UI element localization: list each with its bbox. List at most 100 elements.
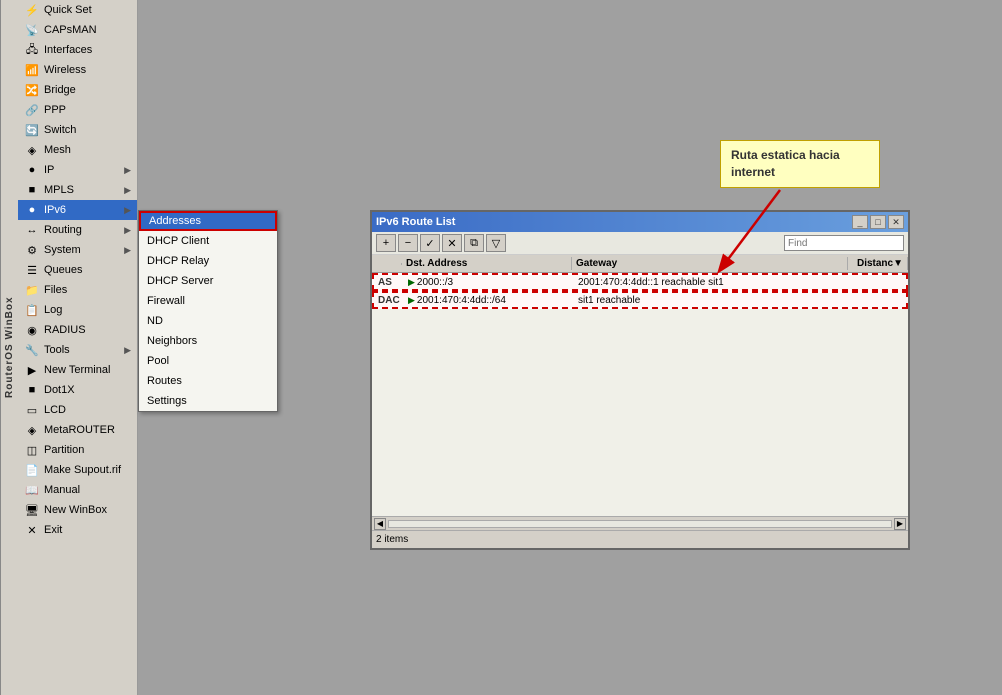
check-button[interactable]: ✓: [420, 234, 440, 252]
sidebar-item-queues[interactable]: ☰Queues: [18, 260, 137, 280]
add-button[interactable]: +: [376, 234, 396, 252]
sidebar-item-files[interactable]: 📁 Files: [18, 280, 137, 300]
sidebar-item-mpls[interactable]: ■MPLS▶: [18, 180, 137, 200]
sidebar-item-quick-set[interactable]: ⚡Quick Set: [18, 0, 137, 20]
sidebar-label-ipv6: IPv6: [44, 204, 66, 216]
log-icon: 📋: [24, 302, 40, 318]
sidebar-label-exit: Exit: [44, 524, 62, 536]
sidebar-label-switch: Switch: [44, 124, 76, 136]
submenu-item-routes[interactable]: Routes: [139, 371, 277, 391]
arrow-icon: ▶: [124, 225, 131, 236]
files-icon: 📁: [24, 282, 40, 298]
sidebar-item-exit[interactable]: ✕ Exit: [18, 520, 137, 540]
route-list-window: IPv6 Route List _ □ ✕ + − ✓ ✕ ⧉ ▽ Dst. A…: [370, 210, 910, 550]
submenu-item-dhcp-relay[interactable]: DHCP Relay: [139, 251, 277, 271]
sidebar-item-switch[interactable]: 🔄 Switch: [18, 120, 137, 140]
sidebar-item-wireless[interactable]: 📶Wireless: [18, 60, 137, 80]
sidebar-item-interfaces[interactable]: 🖧Interfaces: [18, 40, 137, 60]
tools-icon: 🔧: [24, 342, 40, 358]
col-gateway[interactable]: Gateway: [572, 257, 848, 270]
new-winbox-icon: 🖥: [24, 502, 40, 518]
sidebar-item-radius[interactable]: ◉RADIUS: [18, 320, 137, 340]
cell-gateway: sit1 reachable: [574, 294, 846, 307]
arrow-icon: ▶: [124, 165, 131, 176]
close-button[interactable]: ✕: [888, 215, 904, 229]
table-row[interactable]: AS▶2000::/32001:470:4:4dd::1 reachable s…: [372, 273, 908, 291]
sidebar-label-dot1x: Dot1X: [44, 384, 75, 396]
sidebar-item-log[interactable]: 📋Log: [18, 300, 137, 320]
system-icon: ⚙: [24, 242, 40, 258]
arrow-icon: ▶: [124, 345, 131, 356]
sidebar-item-make-supout[interactable]: 📄Make Supout.rif: [18, 460, 137, 480]
scrollbar-track[interactable]: [388, 520, 892, 528]
col-distance[interactable]: Distanc▼: [848, 257, 908, 270]
sidebar-item-metarouter[interactable]: ◈MetaROUTER: [18, 420, 137, 440]
arrow-icon: ▶: [124, 245, 131, 256]
ip-icon: ●: [24, 162, 40, 178]
sidebar-item-bridge[interactable]: 🔀Bridge: [18, 80, 137, 100]
sidebar-label-manual: Manual: [44, 484, 80, 496]
scroll-right[interactable]: ▶: [894, 518, 906, 530]
submenu-item-dhcp-client[interactable]: DHCP Client: [139, 231, 277, 251]
window-controls: _ □ ✕: [852, 215, 904, 229]
sidebar-label-new-winbox: New WinBox: [44, 504, 107, 516]
sidebar-label-routing: Routing: [44, 224, 82, 236]
interfaces-icon: 🖧: [24, 42, 40, 58]
sidebar-item-routing[interactable]: ↔Routing▶: [18, 220, 137, 240]
sidebar-label-files: Files: [44, 284, 67, 296]
sidebar-item-ip[interactable]: ●IP▶: [18, 160, 137, 180]
sidebar-item-capsman[interactable]: 📡CAPsMAN: [18, 20, 137, 40]
col-dst[interactable]: Dst. Address: [402, 257, 572, 270]
sidebar-item-manual[interactable]: 📖Manual: [18, 480, 137, 500]
scrollbar[interactable]: ◀ ▶: [372, 516, 908, 530]
sidebar-label-mesh: Mesh: [44, 144, 71, 156]
sidebar-label-capsman: CAPsMAN: [44, 24, 97, 36]
radius-icon: ◉: [24, 322, 40, 338]
submenu-item-pool[interactable]: Pool: [139, 351, 277, 371]
sidebar-label-lcd: LCD: [44, 404, 66, 416]
maximize-button[interactable]: □: [870, 215, 886, 229]
sidebar-label-partition: Partition: [44, 444, 84, 456]
new-terminal-icon: ▶: [24, 362, 40, 378]
sidebar-label-tools: Tools: [44, 344, 70, 356]
sidebar-item-ppp[interactable]: 🔗 PPP: [18, 100, 137, 120]
clear-button[interactable]: ✕: [442, 234, 462, 252]
submenu-item-firewall[interactable]: Firewall: [139, 291, 277, 311]
switch-icon: 🔄: [24, 122, 40, 138]
sidebar-label-ppp: PPP: [44, 104, 66, 116]
sidebar-item-tools[interactable]: 🔧 Tools ▶: [18, 340, 137, 360]
sidebar-item-new-terminal[interactable]: ▶New Terminal: [18, 360, 137, 380]
exit-icon: ✕: [24, 522, 40, 538]
bridge-icon: 🔀: [24, 82, 40, 98]
ppp-icon: 🔗: [24, 102, 40, 118]
table-row[interactable]: DAC▶2001:470:4:4dd::/64sit1 reachable: [372, 291, 908, 309]
copy-button[interactable]: ⧉: [464, 234, 484, 252]
sidebar-item-ipv6[interactable]: ●IPv6▶: [18, 200, 137, 220]
search-input[interactable]: [784, 235, 904, 251]
sidebar-item-lcd[interactable]: ▭ LCD: [18, 400, 137, 420]
ipv6-icon: ●: [24, 202, 40, 218]
table-header: Dst. Address Gateway Distanc▼: [372, 255, 908, 273]
scroll-left[interactable]: ◀: [374, 518, 386, 530]
submenu-item-settings[interactable]: Settings: [139, 391, 277, 411]
col-flags[interactable]: [372, 263, 402, 265]
minimize-button[interactable]: _: [852, 215, 868, 229]
submenu-item-neighbors[interactable]: Neighbors: [139, 331, 277, 351]
submenu-item-addresses[interactable]: Addresses: [139, 211, 277, 231]
remove-button[interactable]: −: [398, 234, 418, 252]
cell-flag: DAC: [374, 294, 404, 307]
sidebar-item-partition[interactable]: ◫Partition: [18, 440, 137, 460]
sidebar-item-dot1x[interactable]: ■Dot1X: [18, 380, 137, 400]
app-vertical-label: RouterOS WinBox: [0, 0, 18, 695]
submenu-item-nd[interactable]: ND: [139, 311, 277, 331]
cell-distance: [846, 299, 906, 301]
sidebar-label-metarouter: MetaROUTER: [44, 424, 115, 436]
filter-button[interactable]: ▽: [486, 234, 506, 252]
sidebar-item-new-winbox[interactable]: 🖥 New WinBox: [18, 500, 137, 520]
sidebar-item-system[interactable]: ⚙System▶: [18, 240, 137, 260]
lcd-icon: ▭: [24, 402, 40, 418]
submenu-item-dhcp-server[interactable]: DHCP Server: [139, 271, 277, 291]
status-bar: 2 items: [372, 530, 908, 548]
sidebar-item-mesh[interactable]: ◈Mesh: [18, 140, 137, 160]
sidebar-label-queues: Queues: [44, 264, 83, 276]
